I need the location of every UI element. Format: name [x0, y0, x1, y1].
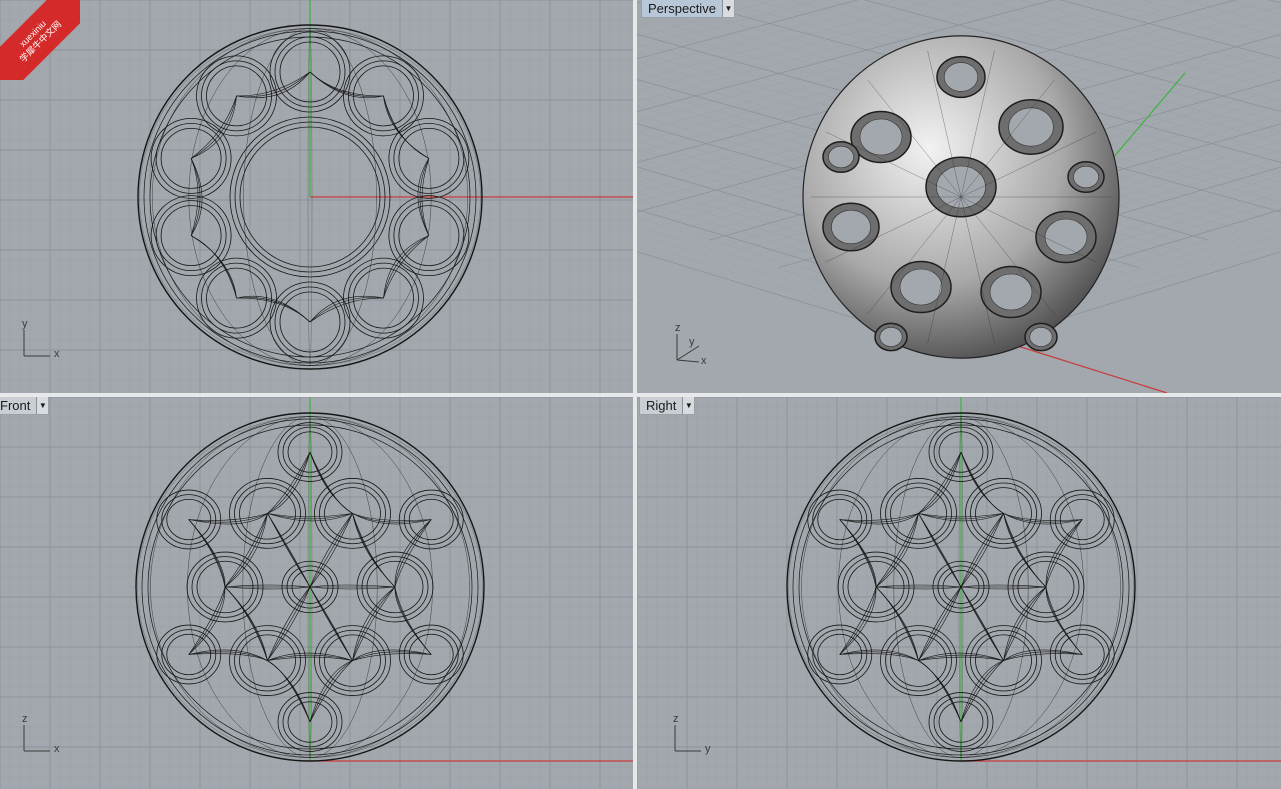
axis-indicator: [676, 334, 700, 363]
viewport-title-tab[interactable]: Right ▼: [639, 397, 696, 415]
top-viewport[interactable]: y x xuexiniu 学犀牛中文网: [0, 0, 633, 393]
top-viewport-canvas: [0, 0, 633, 393]
viewport-title[interactable]: Perspective: [642, 0, 722, 17]
viewport-title-tab[interactable]: Perspective ▼: [641, 0, 735, 18]
perspective-viewport-canvas: [637, 0, 1281, 393]
front-viewport[interactable]: Front ▼ z x: [0, 397, 633, 789]
watermark-logo: xuexiniu 学犀牛中文网: [0, 0, 80, 80]
axis-label-h: x: [54, 348, 60, 360]
axis-label-z: z: [675, 322, 681, 334]
axis-label-v: z: [673, 713, 679, 725]
perspective-viewport[interactable]: Perspective ▼ z y x: [637, 0, 1281, 393]
axis-label-x: x: [701, 355, 707, 367]
viewport-title-tab[interactable]: Front ▼: [0, 397, 50, 415]
right-viewport[interactable]: Right ▼ z y: [637, 397, 1281, 789]
shaded-sphere: [802, 35, 1120, 359]
chevron-down-icon[interactable]: ▼: [721, 0, 734, 17]
axis-label-v: y: [22, 318, 28, 330]
axis-label-v: z: [22, 713, 28, 725]
chevron-down-icon[interactable]: ▼: [682, 397, 695, 414]
axis-label-y: y: [689, 336, 695, 348]
axis-label-h: y: [705, 743, 711, 755]
right-viewport-canvas: [637, 397, 1281, 789]
viewport-title[interactable]: Right: [640, 397, 682, 414]
chevron-down-icon[interactable]: ▼: [36, 397, 49, 414]
axis-label-h: x: [54, 743, 60, 755]
viewport-title[interactable]: Front: [0, 397, 36, 414]
front-viewport-canvas: [0, 397, 633, 789]
axis-indicator: [23, 330, 50, 357]
